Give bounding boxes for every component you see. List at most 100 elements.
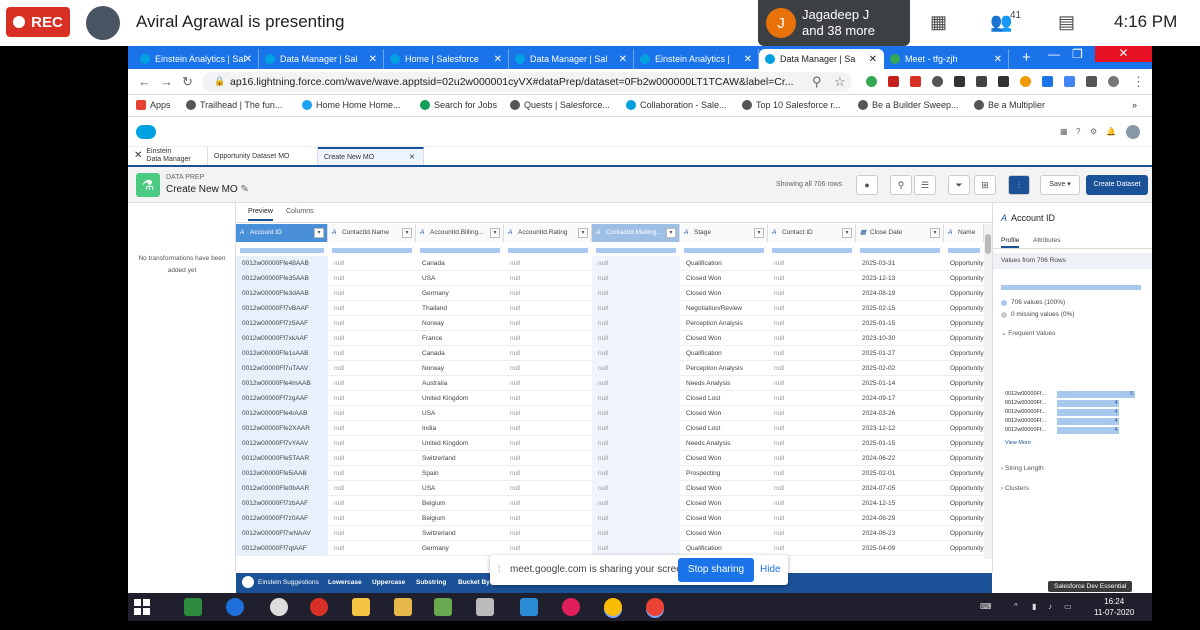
- column-header[interactable]: A ContactId.Name ▾: [328, 224, 416, 242]
- column-header[interactable]: ▦ Close Date ▾: [856, 224, 944, 242]
- table-cell[interactable]: null: [768, 541, 856, 556]
- extension-icon[interactable]: [932, 76, 943, 87]
- table-cell[interactable]: 2025-01-15: [856, 316, 944, 331]
- table-cell[interactable]: Opportunity: [944, 271, 984, 286]
- table-cell[interactable]: null: [592, 391, 680, 406]
- extension-icon[interactable]: [888, 76, 899, 87]
- table-cell[interactable]: null: [504, 376, 592, 391]
- table-cell[interactable]: Closed Won: [680, 406, 768, 421]
- new-tab-button[interactable]: +: [1022, 49, 1031, 66]
- table-cell[interactable]: Canada: [416, 256, 504, 271]
- table-cell[interactable]: null: [592, 421, 680, 436]
- table-cell[interactable]: Spain: [416, 466, 504, 481]
- bookmark-twitter[interactable]: Home Home Home...: [302, 100, 401, 110]
- table-cell[interactable]: 2024-07-05: [856, 481, 944, 496]
- bookmark-trailhead[interactable]: Trailhead | The fun...: [186, 100, 282, 110]
- table-row[interactable]: 0012w00000Ffe5iAAB null Spain null null Prosp…: [236, 466, 984, 481]
- table-cell[interactable]: 2025-02-02: [856, 361, 944, 376]
- column-menu-icon[interactable]: ▾: [314, 228, 324, 238]
- table-cell[interactable]: null: [768, 436, 856, 451]
- table-cell[interactable]: 0012w00000Ffe48AAB: [236, 256, 328, 271]
- scroll-thumb[interactable]: [985, 234, 991, 254]
- close-icon[interactable]: ✕: [869, 54, 877, 65]
- table-cell[interactable]: Opportunity: [944, 286, 984, 301]
- hide-button[interactable]: Hide: [760, 564, 781, 575]
- grid-vertical-scrollbar[interactable]: [984, 224, 992, 559]
- table-cell[interactable]: United Kingdom: [416, 436, 504, 451]
- table-cell[interactable]: null: [328, 316, 416, 331]
- table-cell[interactable]: 0012w00000Ffe35AAB: [236, 271, 328, 286]
- table-row[interactable]: 0012w00000Ff7uTAAV null Norway null null Perc…: [236, 361, 984, 376]
- extension-icon[interactable]: [998, 76, 1009, 87]
- column-header[interactable]: A AccountId.Billing... ▾: [416, 224, 504, 242]
- table-cell[interactable]: Opportunity: [944, 346, 984, 361]
- table-cell[interactable]: Germany: [416, 286, 504, 301]
- table-cell[interactable]: Thailand: [416, 301, 504, 316]
- table-cell[interactable]: Norway: [416, 316, 504, 331]
- table-cell[interactable]: 0012w00000Ffe2XAAR: [236, 421, 328, 436]
- table-cell[interactable]: null: [328, 301, 416, 316]
- setup-gear-icon[interactable]: ⚙: [1090, 127, 1097, 136]
- column-menu-icon[interactable]: ▾: [754, 228, 764, 238]
- app-icon[interactable]: [270, 598, 288, 616]
- table-cell[interactable]: 0012w00000Ff7qtAAF: [236, 541, 328, 556]
- table-cell[interactable]: null: [504, 316, 592, 331]
- table-cell[interactable]: Opportunity: [944, 436, 984, 451]
- chrome-app-icon-2[interactable]: [646, 598, 664, 616]
- filter-icon[interactable]: ⏷: [948, 175, 970, 195]
- table-cell[interactable]: null: [504, 331, 592, 346]
- column-add-icon[interactable]: ⊞: [974, 175, 996, 195]
- table-row[interactable]: 0012w00000Ff7z0AAF null Belgium null null Clo…: [236, 511, 984, 526]
- column-menu-icon[interactable]: ▾: [578, 228, 588, 238]
- table-row[interactable]: 0012w00000Ffe4mAAB null Australia null null N…: [236, 376, 984, 391]
- table-cell[interactable]: null: [328, 391, 416, 406]
- table-cell[interactable]: Australia: [416, 376, 504, 391]
- windows-start-icon[interactable]: [134, 599, 150, 615]
- extension-icon[interactable]: [954, 76, 965, 87]
- table-cell[interactable]: Opportunity: [944, 451, 984, 466]
- profile-toggle-icon[interactable]: ⫶: [1008, 175, 1030, 195]
- table-cell[interactable]: null: [592, 256, 680, 271]
- table-cell[interactable]: null: [768, 526, 856, 541]
- table-cell[interactable]: null: [592, 496, 680, 511]
- table-cell[interactable]: null: [768, 376, 856, 391]
- minimize-button[interactable]: —: [1048, 47, 1060, 61]
- table-cell[interactable]: 2025-02-15: [856, 301, 944, 316]
- close-icon[interactable]: ✕: [494, 54, 502, 65]
- edit-pencil-icon[interactable]: ✎: [240, 184, 248, 195]
- suggestion-lowercase[interactable]: Lowercase: [328, 579, 362, 586]
- table-cell[interactable]: null: [504, 496, 592, 511]
- table-cell[interactable]: 2025-04-09: [856, 541, 944, 556]
- close-icon[interactable]: ✕: [744, 54, 752, 65]
- table-cell[interactable]: Closed Won: [680, 511, 768, 526]
- table-row[interactable]: 0012w00000Ffe1sAAB null Canada null null Qual…: [236, 346, 984, 361]
- table-cell[interactable]: United Kingdom: [416, 391, 504, 406]
- edge-app-icon[interactable]: [226, 598, 244, 616]
- column-header[interactable]: A ContactId.Mailing... ▾: [592, 224, 680, 242]
- paint-app-icon[interactable]: [434, 598, 452, 616]
- table-cell[interactable]: null: [328, 511, 416, 526]
- grid-layout-icon[interactable]: ▦: [930, 12, 947, 33]
- chrome-app-icon[interactable]: [604, 598, 622, 616]
- table-cell[interactable]: 2023-10-30: [856, 331, 944, 346]
- table-cell[interactable]: Opportunity: [944, 391, 984, 406]
- table-cell[interactable]: null: [504, 301, 592, 316]
- table-cell[interactable]: null: [328, 376, 416, 391]
- table-cell[interactable]: null: [328, 451, 416, 466]
- bookmark-star-icon[interactable]: ☆: [834, 74, 846, 90]
- table-row[interactable]: 0012w00000Ff7zgAAF null United Kingdom null…: [236, 391, 984, 406]
- bookmark-multiplier[interactable]: Be a Multiplier: [974, 100, 1045, 110]
- puzzle-icon[interactable]: [1086, 76, 1097, 87]
- sticky-notes-icon[interactable]: [352, 598, 370, 616]
- table-cell[interactable]: 2024-08-29: [856, 511, 944, 526]
- table-cell[interactable]: Negotiation/Review: [680, 301, 768, 316]
- table-cell[interactable]: Canada: [416, 346, 504, 361]
- table-cell[interactable]: null: [592, 301, 680, 316]
- table-cell[interactable]: 0012w00000Ffe3dAAB: [236, 286, 328, 301]
- table-cell[interactable]: 0012w00000Ffe4rAAB: [236, 406, 328, 421]
- extension-icon[interactable]: [1064, 76, 1075, 87]
- bookmarks-overflow-icon[interactable]: »: [1132, 100, 1137, 110]
- frequent-value-row[interactable]: 0012w00000Ff... 4: [1005, 418, 1135, 425]
- table-row[interactable]: 0012w00000Ffe35AAB null USA null null Closed …: [236, 271, 984, 286]
- table-cell[interactable]: null: [592, 361, 680, 376]
